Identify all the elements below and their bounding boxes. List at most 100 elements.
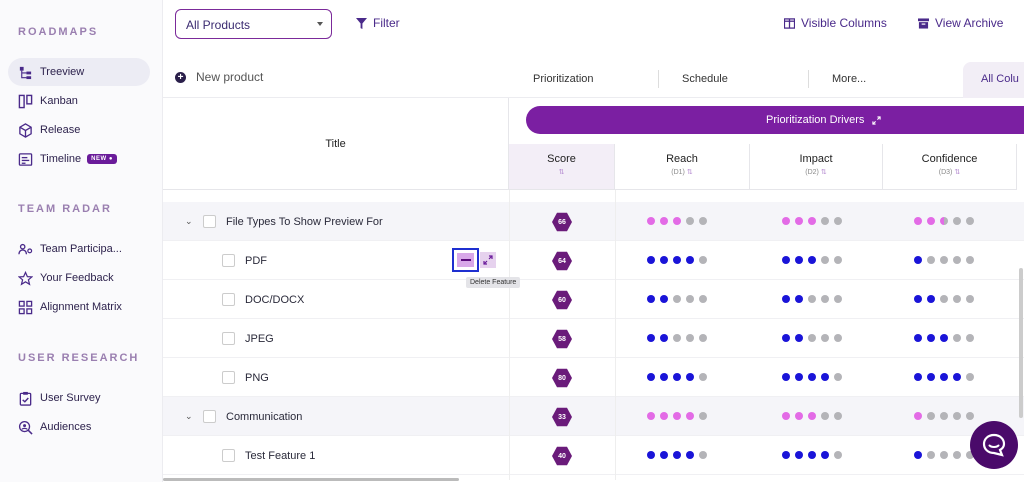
row-checkbox[interactable] <box>222 293 235 306</box>
prioritization-drivers-bar[interactable]: Prioritization Drivers <box>526 106 1024 134</box>
driver-rating-dots[interactable] <box>782 256 842 264</box>
row-checkbox[interactable] <box>222 449 235 462</box>
driver-rating-dots[interactable] <box>914 373 974 381</box>
driver-rating-dots[interactable] <box>782 334 842 342</box>
table-row[interactable]: PDF 64 <box>163 241 1024 280</box>
driver-rating-dots[interactable] <box>782 373 842 381</box>
rating-dot <box>940 256 948 264</box>
delete-feature-button[interactable] <box>452 248 479 272</box>
rating-dot <box>927 217 935 225</box>
rating-dot <box>699 256 707 264</box>
sidebar-item-your-feedback[interactable]: Your Feedback <box>8 264 150 292</box>
rating-dot <box>647 334 655 342</box>
rating-dot <box>795 334 803 342</box>
tab-prioritization[interactable]: Prioritization <box>533 73 594 85</box>
row-checkbox[interactable] <box>203 410 216 423</box>
driver-rating-dots[interactable] <box>647 373 707 381</box>
sidebar-item-audiences[interactable]: Audiences <box>8 413 150 441</box>
driver-rating-dots[interactable] <box>782 217 842 225</box>
filter-label: Filter <box>373 16 400 30</box>
tab-more[interactable]: More... <box>832 73 866 85</box>
rating-dot <box>821 295 829 303</box>
driver-rating-dots[interactable] <box>647 451 707 459</box>
row-checkbox[interactable] <box>203 215 216 228</box>
chat-launcher-button[interactable] <box>970 421 1018 469</box>
row-title-label: File Types To Show Preview For <box>226 215 383 228</box>
rating-dot <box>953 217 961 225</box>
table-row[interactable]: JPEG 58 <box>163 319 1024 358</box>
rating-dot <box>673 412 681 420</box>
sidebar-item-kanban[interactable]: Kanban <box>8 87 150 115</box>
column-header-impact[interactable]: Impact (D2) ⇅ <box>750 144 883 190</box>
driver-rating-dots[interactable] <box>782 295 842 303</box>
tabs-row: + New product Prioritization Schedule Mo… <box>163 62 1024 98</box>
driver-rating-dots[interactable] <box>782 412 842 420</box>
driver-rating-dots[interactable] <box>647 217 707 225</box>
chevron-down-icon[interactable]: ⌄ <box>185 216 195 227</box>
new-product-button[interactable]: + New product <box>175 70 263 84</box>
driver-rating-dots[interactable] <box>914 295 974 303</box>
driver-rating-dots[interactable] <box>914 451 974 459</box>
column-divider <box>615 190 616 480</box>
vertical-scrollbar[interactable] <box>1019 268 1023 418</box>
driver-rating-dots[interactable] <box>647 334 707 342</box>
horizontal-scrollbar[interactable] <box>163 478 459 481</box>
column-header-reach[interactable]: Reach (D1) ⇅ <box>615 144 750 190</box>
row-checkbox[interactable] <box>222 371 235 384</box>
open-feature-button[interactable] <box>480 252 496 268</box>
driver-rating-dots[interactable] <box>914 334 974 342</box>
rating-dot <box>834 451 842 459</box>
search-people-icon <box>17 419 33 435</box>
table-row[interactable]: PNG 80 <box>163 358 1024 397</box>
score-badge: 80 <box>552 368 572 388</box>
minus-icon <box>457 253 474 267</box>
rating-dot <box>686 217 694 225</box>
sidebar-item-release[interactable]: Release <box>8 116 150 144</box>
driver-rating-dots[interactable] <box>647 412 707 420</box>
rating-dot <box>795 373 803 381</box>
sidebar-item-team-participa[interactable]: Team Participa... <box>8 235 150 263</box>
row-title: Test Feature 1 <box>222 449 315 462</box>
visible-columns-button[interactable]: Visible Columns <box>784 16 887 30</box>
rating-dot <box>808 412 816 420</box>
sidebar-item-timeline[interactable]: Timeline NEW ● <box>8 145 150 173</box>
column-header-label: Confidence <box>921 153 978 165</box>
driver-rating-dots[interactable] <box>914 256 974 264</box>
tab-schedule[interactable]: Schedule <box>682 73 728 85</box>
rating-dot <box>647 451 655 459</box>
product-select[interactable]: All Products <box>175 9 332 39</box>
rating-dot <box>953 451 961 459</box>
driver-rating-dots[interactable] <box>647 295 707 303</box>
table-row[interactable]: Test Feature 1 40 <box>163 436 1024 475</box>
chevron-down-icon[interactable]: ⌄ <box>185 411 195 422</box>
view-archive-button[interactable]: View Archive <box>918 16 1003 30</box>
group-row[interactable]: ⌄ File Types To Show Preview For 66 <box>163 202 1024 241</box>
filter-button[interactable]: Filter <box>356 16 400 30</box>
row-checkbox[interactable] <box>222 254 235 267</box>
driver-rating-dots[interactable] <box>914 412 974 420</box>
rating-dot <box>686 295 694 303</box>
sidebar-item-alignment-matrix[interactable]: Alignment Matrix <box>8 293 150 321</box>
rating-dot <box>834 217 842 225</box>
row-title: ⌄ File Types To Show Preview For <box>185 215 383 228</box>
column-header-score[interactable]: Score ⇅ <box>509 144 615 190</box>
sidebar-item-treeview[interactable]: Treeview <box>8 58 150 86</box>
rating-dot <box>782 373 790 381</box>
rating-dot <box>953 373 961 381</box>
rating-dot <box>914 412 922 420</box>
tab-all-columns[interactable]: All Colu <box>963 62 1024 98</box>
caret-down-icon <box>317 22 323 26</box>
group-row[interactable]: ⌄ Communication 33 <box>163 397 1024 436</box>
row-checkbox[interactable] <box>222 332 235 345</box>
driver-rating-dots[interactable] <box>647 256 707 264</box>
rating-dot <box>966 373 974 381</box>
table-row[interactable]: DOC/DOCX 60 <box>163 280 1024 319</box>
driver-rating-dots[interactable] <box>782 451 842 459</box>
rating-dot <box>940 451 948 459</box>
sort-icon: ⇅ <box>820 169 827 176</box>
column-header-confidence[interactable]: Confidence (D3) ⇅ <box>883 144 1017 190</box>
rating-dot <box>673 217 681 225</box>
sidebar-item-user-survey[interactable]: User Survey <box>8 384 150 412</box>
score-badge: 66 <box>552 212 572 232</box>
driver-rating-dots[interactable] <box>914 217 974 225</box>
